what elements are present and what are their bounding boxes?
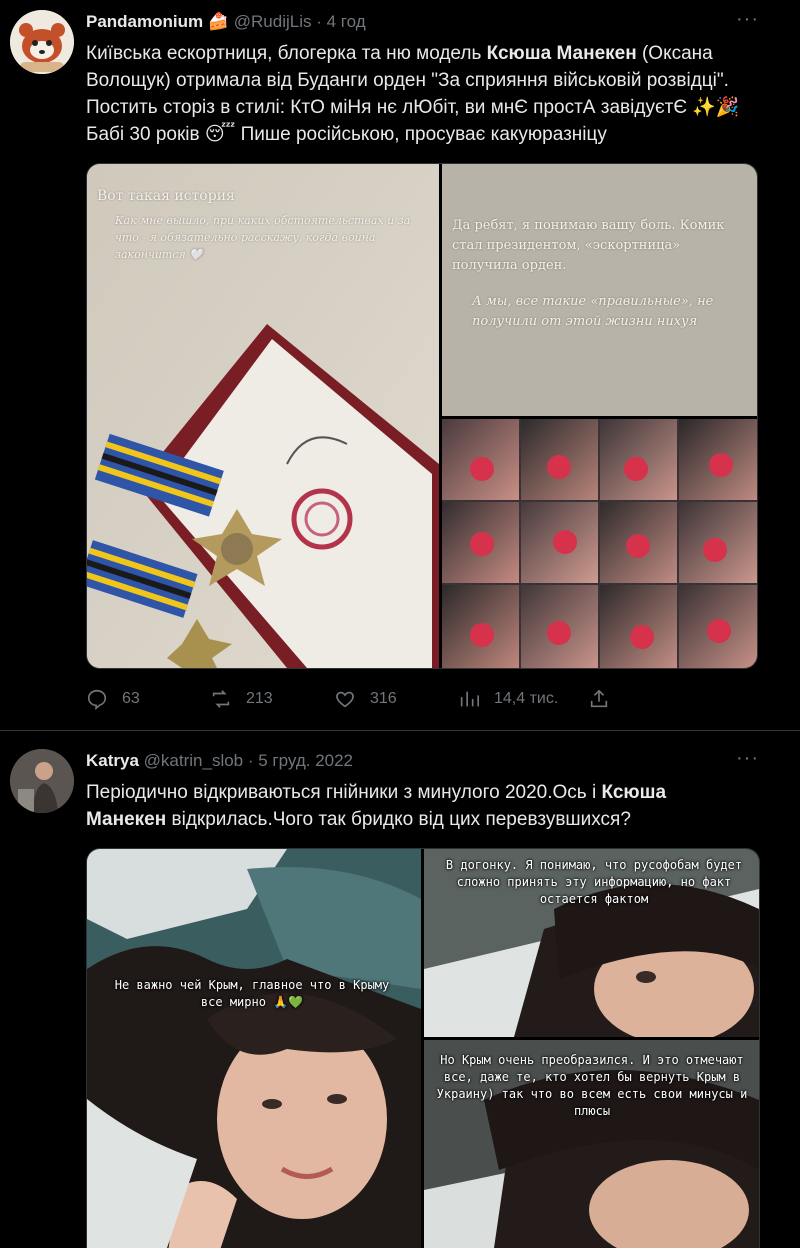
grid-photo	[600, 419, 677, 500]
grid-photo	[600, 585, 677, 668]
grid-photo	[679, 502, 757, 583]
story-text-2: А мы, все такие «правильные», не получил…	[472, 294, 714, 329]
grid-photo	[679, 585, 757, 668]
display-name[interactable]: Katrya	[86, 751, 139, 770]
lips-icon	[553, 530, 577, 554]
story-image-medal[interactable]: Вот такая история Как мне вышло, при как…	[87, 164, 439, 668]
retweet-count: 213	[246, 690, 273, 707]
story-image-text[interactable]: Да ребят, я понимаю вашу боль. Комик ста…	[442, 164, 757, 416]
story-caption: Как мне вышло, при каких обстоятельствах…	[115, 214, 411, 261]
reply-count: 63	[122, 690, 140, 707]
reply-button[interactable]: 63	[86, 688, 210, 710]
story-caption: В догонку. Я понимаю, что русофобам буде…	[445, 858, 743, 906]
grid-photo	[600, 502, 677, 583]
like-button[interactable]: 316	[334, 688, 458, 710]
grid-photo	[442, 502, 519, 583]
grid-photo	[442, 419, 519, 500]
handle[interactable]: @katrin_slob	[144, 751, 243, 770]
mention-name: Ксюша Манекен	[486, 43, 637, 64]
action-bar: 63 213 316 14,4 тис.	[86, 688, 756, 710]
grid-photo	[679, 419, 757, 500]
grid-photo	[521, 585, 598, 668]
tweet-media[interactable]: Вот такая история Как мне вышло, при как…	[86, 163, 758, 669]
tweet-pandamonium[interactable]: Pandamonium 🍰 @RudijLis · 4 год ··· Київ…	[0, 0, 800, 730]
tweet-katrya[interactable]: Katrya @katrin_slob · 5 груд. 2022 ··· П…	[0, 731, 800, 1248]
share-icon	[590, 689, 608, 708]
lips-icon	[709, 453, 733, 477]
lips-icon	[547, 455, 571, 479]
like-count: 316	[370, 690, 397, 707]
grid-photo	[521, 419, 598, 500]
display-name[interactable]: Pandamonium	[86, 12, 203, 31]
story-image-face-1[interactable]: В догонку. Я понимаю, что русофобам буде…	[424, 849, 759, 1044]
share-button[interactable]	[588, 688, 624, 710]
lips-icon	[630, 625, 654, 649]
story-text-1: Да ребят, я понимаю вашу боль. Комик ста…	[452, 218, 725, 273]
like-icon	[336, 691, 354, 708]
tweet-header: Katrya @katrin_slob · 5 груд. 2022	[86, 751, 354, 770]
lips-icon	[470, 623, 494, 647]
lips-icon	[707, 619, 731, 643]
story-image-bed[interactable]: Не важно чей Крым, главное что в Крыму в…	[87, 849, 421, 1248]
retweet-button[interactable]: 213	[210, 688, 334, 710]
lips-icon	[703, 538, 727, 562]
photo-grid[interactable]	[442, 419, 757, 668]
selfie-photo	[87, 849, 421, 1248]
tweet-header: Pandamonium 🍰 @RudijLis · 4 год	[86, 12, 366, 31]
views-icon	[460, 691, 479, 707]
lips-icon	[626, 534, 650, 558]
reply-icon	[87, 689, 107, 710]
more-icon[interactable]: ···	[736, 747, 759, 770]
story-caption: Не важно чей Крым, главное что в Крыму в…	[114, 978, 390, 1009]
red-panda-icon	[10, 10, 74, 74]
story-title: Вот такая история	[97, 188, 235, 204]
lips-icon	[470, 532, 494, 556]
story-image-face-2[interactable]: Но Крым очень преобразился. И это отмеча…	[424, 1040, 759, 1248]
profile-photo-icon	[10, 749, 74, 813]
lips-icon	[624, 457, 648, 481]
tweet-text: Київська ескортниця, блогерка та ню моде…	[86, 43, 740, 145]
views-button[interactable]: 14,4 тис.	[458, 688, 588, 710]
handle[interactable]: @RudijLis	[234, 12, 312, 31]
timestamp[interactable]: 5 груд. 2022	[258, 751, 353, 770]
timestamp[interactable]: 4 год	[327, 12, 366, 31]
grid-photo	[442, 585, 519, 668]
retweet-icon	[212, 690, 230, 708]
more-icon[interactable]: ···	[736, 8, 759, 31]
avatar[interactable]	[10, 10, 74, 74]
lips-icon	[470, 457, 494, 481]
views-count: 14,4 тис.	[494, 690, 559, 707]
grid-photo	[521, 502, 598, 583]
avatar[interactable]	[10, 749, 74, 813]
story-caption: Но Крым очень преобразился. И это отмеча…	[436, 1053, 748, 1118]
tweet-media[interactable]: Не важно чей Крым, главное что в Крыму в…	[86, 848, 760, 1248]
tweet-text: Періодично відкриваються гнійники з мину…	[86, 782, 667, 830]
lips-icon	[547, 621, 571, 645]
cake-emoji: 🍰	[207, 12, 230, 31]
